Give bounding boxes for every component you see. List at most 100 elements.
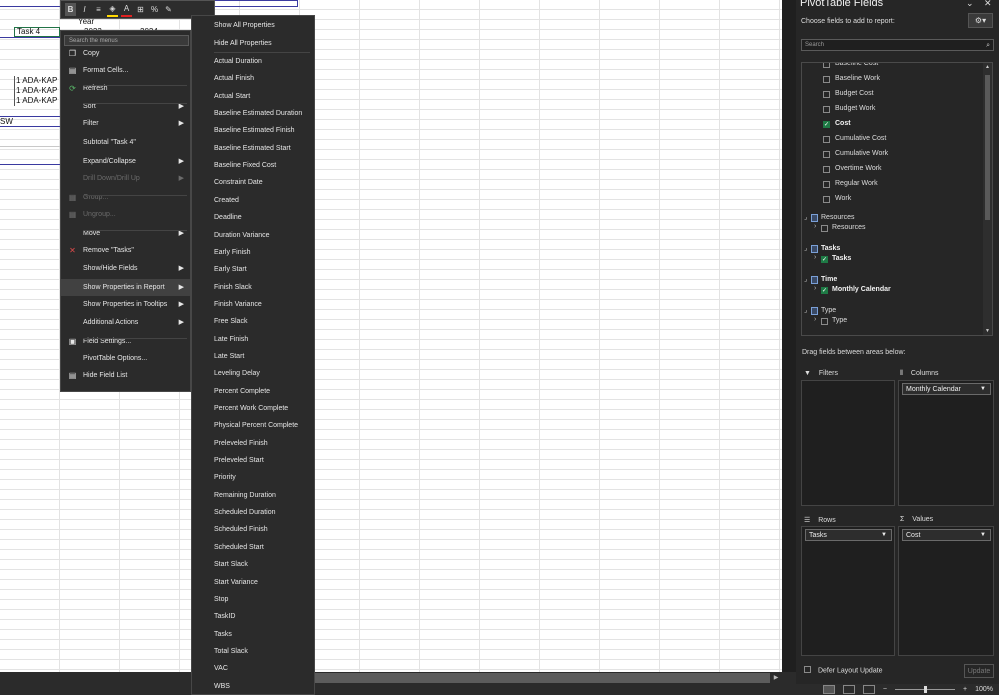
submenu-item-duration-variance[interactable]: Duration Variance: [192, 227, 314, 244]
submenu-item-stop[interactable]: Stop: [192, 591, 314, 608]
page-break-view-icon[interactable]: [862, 685, 875, 694]
submenu-item-baseline-estimated-duration[interactable]: Baseline Estimated Duration: [192, 105, 314, 122]
chevron-down-icon[interactable]: ⌄: [966, 0, 974, 9]
submenu-item-actual-duration[interactable]: Actual Duration: [192, 53, 314, 70]
submenu-item-priority[interactable]: Priority: [192, 469, 314, 486]
borders-icon[interactable]: ⊞: [135, 3, 146, 16]
menu-item-hide-field-list[interactable]: ▤ Hide Field List: [61, 367, 190, 384]
submenu-item-tasks[interactable]: Tasks: [192, 626, 314, 643]
zoom-in-icon[interactable]: +: [963, 686, 967, 693]
collapse-toggle-icon[interactable]: ⌟: [804, 306, 807, 314]
submenu-item-free-slack[interactable]: Free Slack: [192, 313, 314, 330]
field-label[interactable]: Regular Work: [835, 179, 878, 189]
submenu-item-early-finish[interactable]: Early Finish: [192, 244, 314, 261]
collapse-toggle-icon[interactable]: ⌟: [804, 244, 807, 252]
field-label[interactable]: Overtime Work: [835, 164, 882, 174]
menu-item-show-properties-in-report[interactable]: Show Properties in Report ▶: [61, 279, 190, 296]
menu-item-filter[interactable]: Filter ▶: [61, 115, 190, 132]
field-checkbox[interactable]: ✓: [821, 287, 828, 294]
submenu-item-wbs[interactable]: WBS: [192, 678, 314, 695]
table-name[interactable]: Resources: [821, 213, 854, 223]
menu-item-field-settings[interactable]: ▣ Field Settings...: [61, 333, 190, 350]
field-label[interactable]: Resources: [832, 223, 865, 233]
menu-item-format-cells[interactable]: ▤ Format Cells...: [61, 62, 190, 79]
submenu-item-scheduled-duration[interactable]: Scheduled Duration: [192, 504, 314, 521]
chevron-right-icon[interactable]: ›: [814, 223, 816, 230]
submenu-item-early-start[interactable]: Early Start: [192, 261, 314, 278]
table-name[interactable]: Type: [821, 306, 836, 316]
field-label[interactable]: Cumulative Cost: [835, 134, 886, 144]
columns-field-dropdown[interactable]: Monthly Calendar ▼: [902, 383, 991, 395]
cell-ada-3[interactable]: 1 ADA-KAP: [16, 96, 57, 106]
submenu-item-actual-finish[interactable]: Actual Finish: [192, 70, 314, 87]
field-list[interactable]: Baseline Cost Baseline Work Budget Cost Bud…: [801, 62, 993, 336]
filters-drop-area[interactable]: [801, 380, 895, 506]
table-name[interactable]: Time: [821, 275, 837, 285]
submenu-item-finish-variance[interactable]: Finish Variance: [192, 296, 314, 313]
field-label[interactable]: Work: [835, 194, 851, 204]
chevron-right-icon[interactable]: ›: [814, 316, 816, 323]
field-checkbox[interactable]: ✓: [821, 256, 828, 263]
submenu-item-physical-percent-complete[interactable]: Physical Percent Complete: [192, 417, 314, 434]
menu-item-pivottable-options[interactable]: PivotTable Options...: [61, 350, 190, 367]
submenu-item-scheduled-finish[interactable]: Scheduled Finish: [192, 521, 314, 538]
field-checkbox[interactable]: [823, 166, 830, 173]
gear-icon[interactable]: ⚙▾: [968, 13, 993, 28]
italic-icon[interactable]: I: [79, 3, 90, 16]
close-icon[interactable]: ✕: [984, 0, 992, 9]
submenu-item-start-slack[interactable]: Start Slack: [192, 556, 314, 573]
field-checkbox[interactable]: [823, 106, 830, 113]
menu-item-additional-actions[interactable]: Additional Actions ▶: [61, 314, 190, 331]
menu-item-expand-collapse[interactable]: Expand/Collapse ▶: [61, 153, 190, 170]
submenu-item-percent-complete[interactable]: Percent Complete: [192, 383, 314, 400]
submenu-item-baseline-fixed-cost[interactable]: Baseline Fixed Cost: [192, 157, 314, 174]
zoom-out-icon[interactable]: −: [883, 686, 887, 693]
field-checkbox[interactable]: [823, 181, 830, 188]
zoom-level[interactable]: 100%: [975, 686, 993, 693]
percent-icon[interactable]: %: [149, 3, 160, 16]
align-icon[interactable]: ≡: [93, 3, 104, 16]
search-icon[interactable]: ⌕: [986, 40, 990, 51]
submenu-item-percent-work-complete[interactable]: Percent Work Complete: [192, 400, 314, 417]
submenu-item-deadline[interactable]: Deadline: [192, 209, 314, 226]
values-drop-area[interactable]: Cost ▼: [898, 526, 994, 656]
scroll-up-icon[interactable]: ▲: [983, 64, 992, 70]
zoom-slider-thumb[interactable]: [924, 686, 927, 693]
submenu-item-vac[interactable]: VAC: [192, 660, 314, 677]
submenu-item-start-variance[interactable]: Start Variance: [192, 574, 314, 591]
field-list-scroll-thumb[interactable]: [985, 75, 990, 220]
submenu-item-constraint-date[interactable]: Constraint Date: [192, 174, 314, 191]
menu-item-sort[interactable]: Sort ▶: [61, 98, 190, 115]
submenu-item-late-start[interactable]: Late Start: [192, 348, 314, 365]
submenu-item-baseline-estimated-finish[interactable]: Baseline Estimated Finish: [192, 122, 314, 139]
field-checkbox[interactable]: [823, 76, 830, 83]
rows-drop-area[interactable]: Tasks ▼: [801, 526, 895, 656]
field-label[interactable]: Cost: [835, 119, 851, 129]
menu-item-remove-tasks[interactable]: ✕ Remove "Tasks": [61, 242, 190, 259]
menu-item-refresh[interactable]: ⟳ Refresh: [61, 80, 190, 97]
submenu-item-hide-all-properties[interactable]: Hide All Properties: [192, 35, 314, 52]
table-name[interactable]: Tasks: [821, 244, 840, 254]
field-checkbox[interactable]: ✓: [823, 121, 830, 128]
font-color-icon[interactable]: A: [121, 2, 132, 17]
menu-item-show-properties-in-tooltips[interactable]: Show Properties in Tooltips ▶: [61, 296, 190, 313]
field-search-input[interactable]: Search ⌕: [801, 39, 994, 51]
collapse-toggle-icon[interactable]: ⌟: [804, 213, 807, 221]
menu-item-move[interactable]: Move ▶: [61, 225, 190, 242]
field-label[interactable]: Tasks: [832, 254, 851, 264]
zoom-slider[interactable]: [895, 686, 955, 693]
vertical-scrollbar[interactable]: [782, 0, 796, 672]
field-label[interactable]: Baseline Work: [835, 74, 880, 84]
field-label[interactable]: Budget Work: [835, 104, 875, 114]
chevron-right-icon[interactable]: ›: [814, 285, 816, 292]
field-checkbox[interactable]: [823, 151, 830, 158]
menu-item-copy[interactable]: ❐ Copy: [61, 45, 190, 62]
columns-drop-area[interactable]: Monthly Calendar ▼: [898, 380, 994, 506]
submenu-item-preleveled-start[interactable]: Preleveled Start: [192, 452, 314, 469]
update-button[interactable]: Update: [964, 664, 994, 678]
chevron-right-icon[interactable]: ›: [814, 254, 816, 261]
field-label[interactable]: Baseline Cost: [835, 63, 878, 69]
submenu-item-total-slack[interactable]: Total Slack: [192, 643, 314, 660]
submenu-item-leveling-delay[interactable]: Leveling Delay: [192, 365, 314, 382]
field-checkbox[interactable]: [823, 91, 830, 98]
